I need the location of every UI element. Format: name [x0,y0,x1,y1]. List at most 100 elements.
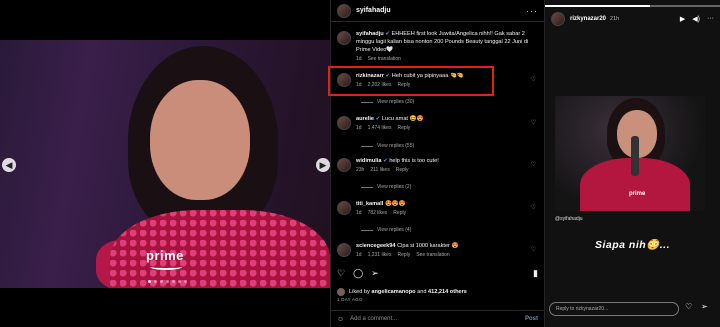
verified-icon: ✔ [375,116,381,122]
heart-icon[interactable]: ♡ [531,246,536,253]
liked-by-prefix: Liked by [349,289,370,295]
prime-logo: prime [146,248,184,263]
post-button[interactable]: Post [525,316,538,322]
carousel-dot[interactable] [154,280,157,283]
story-header: rizkynazar20 21h ▶ ◀) ··· [545,11,720,27]
chevron-right-icon[interactable]: ▶ [316,158,330,172]
liked-by-count[interactable]: 412,214 others [428,289,467,295]
comment-item: titi_kamall 😍😍😍 1d 782 likes Reply ♡ [337,200,538,216]
comment-likes[interactable]: 1,231 likes [368,252,392,258]
comment-time: 1d [356,252,362,258]
photo-subject-dress [110,210,330,288]
view-replies[interactable]: View replies (55) [361,143,414,149]
view-replies-label[interactable]: View replies (4) [377,227,411,233]
story-progress-fill [545,5,650,7]
verified-icon: ✔ [383,158,388,164]
comment-likes[interactable]: 1,474 likes [368,125,392,131]
liked-by: Liked by angelicamanopo and 412,214 othe… [337,288,467,296]
story-time: 21h [610,16,620,22]
reply-line [361,186,373,188]
microphone [631,136,639,176]
comment-username[interactable]: aurelie [356,116,374,122]
photo-subject-face [150,80,250,200]
caption: syifahadju ✔ EHHEEH first look Juwita/An… [337,30,538,62]
story-viewer: rizkynazar20 21h ▶ ◀) ··· prime @syifaha… [545,0,720,327]
liked-by-joiner: and [417,289,427,295]
post-date: 1 DAY AGO [337,297,363,302]
reply-button[interactable]: Reply [393,210,406,216]
caption-username[interactable]: syifahadju [356,31,384,37]
view-replies-label[interactable]: View replies (55) [377,143,414,149]
story-username[interactable]: rizkynazar20 [570,16,606,22]
comment-username[interactable]: titi_kamall [356,201,383,207]
more-options-icon[interactable]: ··· [707,15,714,23]
view-replies-label[interactable]: View replies (2) [377,184,411,190]
bookmark-icon[interactable]: ▮ [533,268,538,279]
volume-icon[interactable]: ◀) [692,15,700,23]
play-icon[interactable]: ▶ [680,15,685,23]
heart-icon[interactable]: ♡ [531,161,536,168]
verified-icon: ✔ [385,31,390,37]
carousel-dot[interactable] [166,280,169,283]
comment-likes[interactable]: 782 likes [368,210,388,216]
comment-likes[interactable]: 211 likes [370,167,389,173]
avatar[interactable] [337,3,351,18]
avatar[interactable] [337,116,351,130]
chevron-left-icon[interactable]: ◀ [2,158,16,172]
post-header: syifahadju ··· [331,0,544,22]
share-icon[interactable]: ➢ [371,268,379,279]
carousel-dot[interactable] [148,280,151,283]
reply-button[interactable]: Reply [397,252,410,258]
share-icon[interactable]: ➢ [701,302,708,311]
comments-panel: syifahadju ··· syifahadju ✔ EHHEEH first… [330,0,545,327]
comment-text: Cipa si 1000 karakter 😍 [397,243,459,249]
comment-input[interactable]: Add a comment... [350,316,397,322]
heart-icon[interactable]: ♡ [685,302,692,311]
carousel-dot[interactable] [178,280,181,283]
comment-icon[interactable]: ◯ [353,268,363,279]
comment-time: 23h [356,167,365,173]
view-replies[interactable]: View replies (2) [361,184,411,190]
carousel-dot[interactable] [172,280,175,283]
liked-by-user[interactable]: angelicamanopo [371,289,415,295]
caption-time: 1d [356,56,362,62]
comment-username[interactable]: sciencegeek94 [356,243,396,249]
add-comment-bar: ☺ Add a comment... Post [331,310,544,327]
heart-icon[interactable]: ♡ [531,76,536,83]
avatar[interactable] [337,201,351,215]
story-progress [545,5,720,7]
story-caption: Siapa nih😳... [594,239,670,251]
carousel-dot[interactable] [184,280,187,283]
comment-text: 😍😍😍 [384,201,406,207]
avatar[interactable] [551,12,565,26]
view-replies[interactable]: View replies (30) [361,99,414,105]
view-replies-label[interactable]: View replies (30) [377,99,414,105]
avatar [337,288,345,296]
reply-button[interactable]: Reply [396,167,409,173]
prime-logo: prime [629,191,646,197]
comment-username[interactable]: widimulia [356,158,382,164]
comment-time: 1d [356,210,362,216]
heart-icon[interactable]: ♡ [531,204,536,211]
prime-logo-smile [150,264,182,270]
story-mention[interactable]: @syifahadju [555,216,583,222]
see-translation-link[interactable]: See translation [416,252,449,258]
more-options-icon[interactable]: ··· [526,6,538,16]
avatar[interactable] [337,31,351,45]
avatar[interactable] [337,243,351,257]
emoji-icon[interactable]: ☺ [337,316,344,323]
story-actions: ♡ ➢ [685,302,708,311]
avatar[interactable] [337,158,351,172]
story-reply-input[interactable]: Reply to rizkynazar20... [549,302,679,316]
heart-icon[interactable]: ♡ [337,268,345,279]
carousel-dot[interactable] [160,280,163,283]
heart-icon[interactable]: ♡ [531,119,536,126]
post-author[interactable]: syifahadju [356,7,391,14]
comment-item: widimulia ✔ help this is too cute! 23h 2… [337,157,538,173]
reply-button[interactable]: Reply [397,125,410,131]
highlight-box [328,66,494,96]
carousel-dots [148,280,187,283]
reply-line [361,145,373,147]
see-translation-link[interactable]: See translation [368,56,401,62]
view-replies[interactable]: View replies (4) [361,227,411,233]
